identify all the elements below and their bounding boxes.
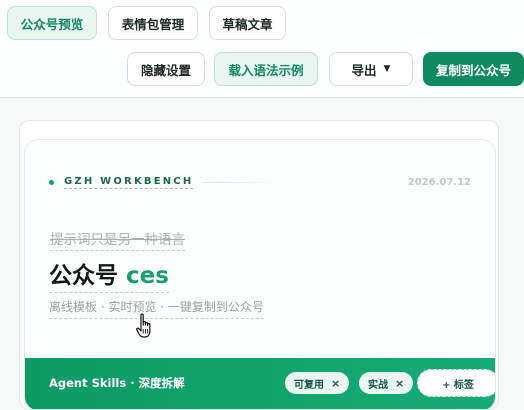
kicker-dot	[49, 180, 54, 185]
tag-chip[interactable]: 实战 ×	[359, 372, 414, 394]
hide-settings-label: 隐藏设置	[140, 62, 191, 78]
article-card: GZH WORKBENCH 2026.07.12 提示词只是另一种语言 公众号 …	[24, 139, 496, 409]
close-icon[interactable]: ×	[395, 377, 404, 390]
kicker: GZH WORKBENCH	[49, 176, 284, 189]
title-accent: ces	[126, 263, 169, 289]
hide-settings-button[interactable]: 隐藏设置	[127, 52, 205, 86]
article-title[interactable]: 公众号 ces	[49, 256, 169, 293]
copy-to-gzh-label: 复制到公众号	[435, 62, 511, 78]
add-tag-button[interactable]: + 标签	[417, 369, 495, 397]
hand-pointer-icon	[136, 313, 151, 338]
tab-sticker-manager[interactable]: 表情包管理	[108, 6, 198, 40]
tab-gzh-preview[interactable]: 公众号预览	[7, 6, 97, 40]
caret-down-icon: ▼	[383, 64, 391, 74]
load-examples-label: 载入语法示例	[228, 62, 304, 78]
tag-band: Agent Skills · 深度拆解 可复用 × 实战 × + 标签	[25, 358, 495, 409]
tab-drafts[interactable]: 草稿文章	[209, 6, 286, 40]
tag-chip[interactable]: 可复用 ×	[285, 372, 350, 394]
tag-label: 可复用	[294, 379, 324, 391]
article-subtitle[interactable]: 离线模板 · 实时预览 · 一键复制到公众号	[49, 298, 264, 319]
add-tag-label: + 标签	[442, 379, 474, 391]
preview-panel: GZH WORKBENCH 2026.07.12 提示词只是另一种语言 公众号 …	[19, 120, 499, 410]
export-dropdown-button[interactable]: 导出 ▼	[329, 52, 413, 86]
band-title[interactable]: Agent Skills · 深度拆解	[49, 375, 185, 391]
load-examples-button[interactable]: 载入语法示例	[214, 52, 318, 86]
close-icon[interactable]: ×	[331, 377, 340, 390]
tag-label: 实战	[368, 379, 388, 391]
export-label: 导出	[351, 62, 377, 78]
tab-sticker-manager-label: 表情包管理	[121, 16, 185, 32]
article-date: 2026.07.12	[407, 177, 471, 188]
prompt-text[interactable]: 提示词只是另一种语言	[50, 228, 185, 251]
title-main: 公众号	[49, 263, 118, 289]
tab-drafts-label: 草稿文章	[222, 16, 273, 32]
kicker-text[interactable]: GZH WORKBENCH	[64, 176, 194, 189]
kicker-rule	[203, 182, 284, 183]
copy-to-gzh-button[interactable]: 复制到公众号	[423, 52, 524, 86]
tab-gzh-preview-label: 公众号预览	[20, 16, 84, 32]
top-toolbar: 公众号预览 表情包管理 草稿文章 隐藏设置 载入语法示例 导出 ▼ 复制到公众号	[0, 0, 524, 98]
